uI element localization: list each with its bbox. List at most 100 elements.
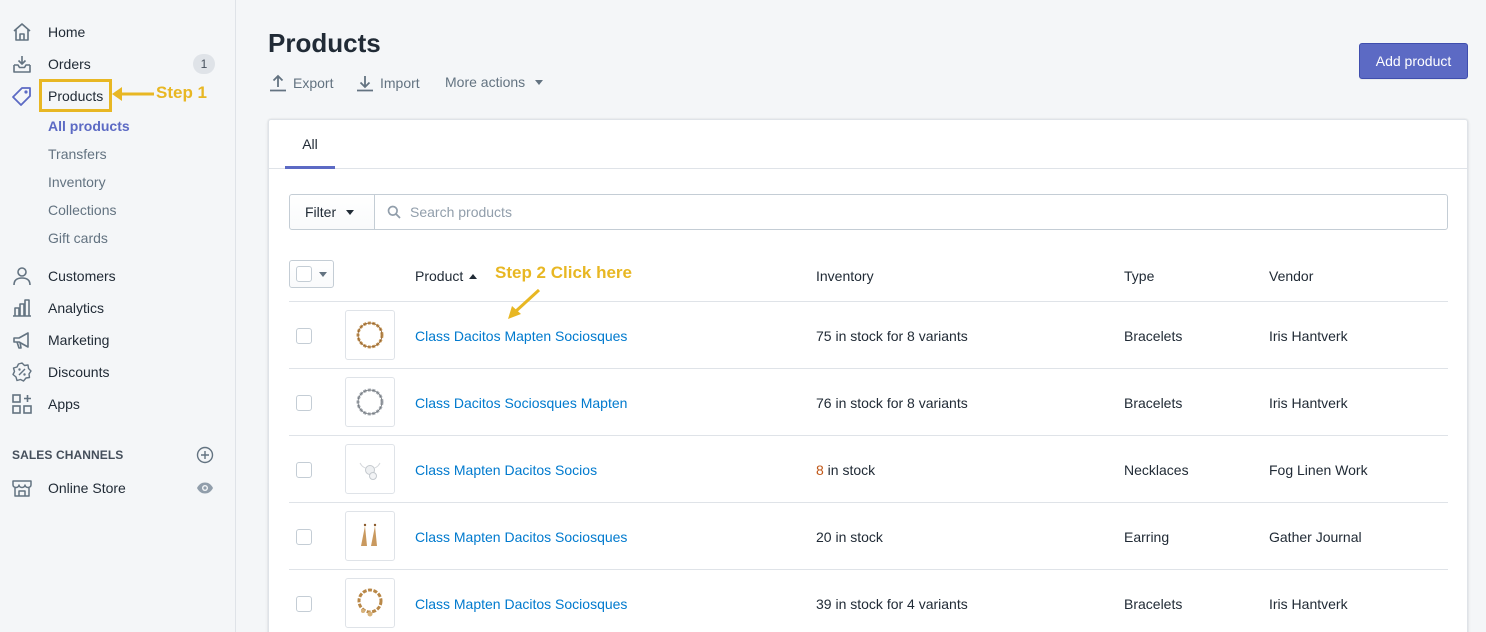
type-value: Bracelets — [1124, 395, 1183, 411]
add-product-button[interactable]: Add product — [1359, 43, 1468, 79]
inventory-suffix: in stock — [823, 462, 876, 478]
filter-button[interactable]: Filter — [289, 194, 375, 230]
column-header-inventory: Inventory — [816, 268, 874, 284]
row-checkbox[interactable] — [296, 596, 312, 612]
gold-bracelet-icon — [356, 321, 384, 349]
type-value: Earring — [1124, 529, 1170, 545]
sidebar-item-label: Orders — [48, 56, 91, 72]
necklace-icon — [359, 462, 381, 480]
sidebar-subitem-inventory[interactable]: Inventory — [48, 174, 106, 190]
table-row[interactable]: Class Mapten Dacitos Sociosques 20 in st… — [289, 503, 1448, 570]
product-thumbnail[interactable] — [345, 377, 395, 427]
sidebar-item-customers[interactable]: Customers — [0, 260, 236, 292]
product-name-link[interactable]: Class Mapten Dacitos Sociosques — [415, 529, 627, 545]
analytics-icon — [11, 297, 33, 319]
product-thumbnail[interactable] — [345, 310, 395, 360]
vendor-value: Iris Hantverk — [1269, 395, 1348, 411]
page-title: Products — [268, 28, 381, 58]
search-field[interactable] — [374, 194, 1448, 230]
sidebar-subitem-collections[interactable]: Collections — [48, 202, 116, 218]
import-button[interactable]: Import — [356, 74, 420, 92]
customers-icon — [11, 265, 33, 287]
product-name-link[interactable]: Class Dacitos Sociosques Mapten — [415, 395, 627, 411]
sidebar-subitem-all-products[interactable]: All products — [48, 118, 130, 134]
type-value: Bracelets — [1124, 328, 1183, 344]
orders-count-badge: 1 — [193, 54, 215, 74]
sidebar-subitem-gift-cards[interactable]: Gift cards — [48, 230, 108, 246]
sort-ascending-icon — [469, 273, 478, 279]
inventory-value: 39 in stock for 4 variants — [816, 596, 968, 612]
search-input[interactable] — [410, 204, 1410, 220]
table-row[interactable]: Class Mapten Dacitos Socios 8 in stock N… — [289, 436, 1448, 503]
chevron-down-icon — [319, 272, 327, 277]
step1-highlight-box — [39, 79, 112, 112]
export-icon — [270, 74, 286, 92]
type-value: Necklaces — [1124, 462, 1189, 478]
search-icon — [387, 205, 401, 219]
row-checkbox[interactable] — [296, 328, 312, 344]
product-name-link[interactable]: Class Mapten Dacitos Sociosques — [415, 596, 627, 612]
step2-label: Step 2 Click here — [495, 263, 633, 282]
table-row[interactable]: Class Mapten Dacitos Sociosques 39 in st… — [289, 570, 1448, 632]
tab-bar: All — [269, 120, 1467, 169]
row-checkbox[interactable] — [296, 395, 312, 411]
apps-icon — [11, 393, 33, 415]
sidebar-item-apps[interactable]: Apps — [0, 388, 236, 420]
vendor-value: Fog Linen Work — [1269, 462, 1368, 478]
sidebar-item-label: Apps — [48, 396, 80, 412]
earrings-icon — [361, 523, 377, 546]
import-icon — [357, 76, 373, 92]
sales-channels-heading: SALES CHANNELS — [12, 448, 124, 462]
inventory-value: 75 in stock for 8 variants — [816, 328, 968, 344]
sidebar-item-label: Online Store — [48, 480, 126, 496]
product-thumbnail[interactable] — [345, 511, 395, 561]
silver-bracelet-icon — [356, 388, 384, 416]
column-header-vendor: Vendor — [1269, 268, 1314, 284]
sidebar-item-label: Customers — [48, 268, 116, 284]
sidebar-item-home[interactable]: Home — [0, 16, 236, 48]
column-header-product[interactable]: Product — [415, 268, 478, 284]
inventory-value: 76 in stock for 8 variants — [816, 395, 968, 411]
product-name-link[interactable]: Class Mapten Dacitos Socios — [415, 462, 597, 478]
step1-label: Step 1 — [156, 83, 208, 102]
row-checkbox[interactable] — [296, 462, 312, 478]
filter-label: Filter — [305, 204, 337, 220]
inventory-value: 20 in stock — [816, 529, 883, 545]
bulk-select-checkbox[interactable] — [289, 260, 334, 288]
inventory-value: 8 in stock — [816, 462, 875, 478]
sidebar-item-orders[interactable]: Orders 1 — [0, 48, 236, 80]
product-name-link[interactable]: Class Dacitos Mapten Sociosques — [415, 328, 627, 344]
select-all-checkbox[interactable] — [296, 266, 312, 282]
type-value: Bracelets — [1124, 596, 1183, 612]
more-actions-label: More actions — [445, 74, 526, 90]
vendor-value: Iris Hantverk — [1269, 596, 1348, 612]
store-icon — [11, 477, 33, 499]
tab-all[interactable]: All — [285, 120, 335, 169]
export-label: Export — [293, 75, 334, 91]
sidebar-subitem-transfers[interactable]: Transfers — [48, 146, 107, 162]
sidebar-item-discounts[interactable]: Discounts — [0, 356, 236, 388]
product-thumbnail[interactable] — [345, 578, 395, 628]
table-row[interactable]: Class Dacitos Sociosques Mapten 76 in st… — [289, 369, 1448, 436]
sidebar-item-analytics[interactable]: Analytics — [0, 292, 236, 324]
vendor-value: Iris Hantverk — [1269, 328, 1348, 344]
sidebar-item-label: Home — [48, 24, 86, 40]
marketing-icon — [11, 329, 33, 351]
products-card: All Filter Product Inventory Type Vendor… — [268, 119, 1468, 632]
import-label: Import — [380, 75, 420, 91]
row-checkbox[interactable] — [296, 529, 312, 545]
add-channel-icon[interactable] — [196, 446, 214, 464]
view-store-eye-icon[interactable] — [196, 480, 214, 496]
table-row[interactable]: Class Dacitos Mapten Sociosques 75 in st… — [289, 302, 1448, 369]
sidebar-item-label: Analytics — [48, 300, 105, 316]
sidebar-item-marketing[interactable]: Marketing — [0, 324, 236, 356]
orders-icon — [11, 53, 33, 75]
sidebar-item-label: Marketing — [48, 332, 110, 348]
more-actions-dropdown[interactable]: More actions — [445, 74, 544, 90]
column-header-label: Product — [415, 268, 464, 284]
low-stock-count: 8 — [816, 462, 824, 478]
product-thumbnail[interactable] — [345, 444, 395, 494]
step1-arrow-icon — [112, 87, 154, 101]
tag-icon — [11, 85, 33, 107]
export-button[interactable]: Export — [269, 74, 333, 92]
